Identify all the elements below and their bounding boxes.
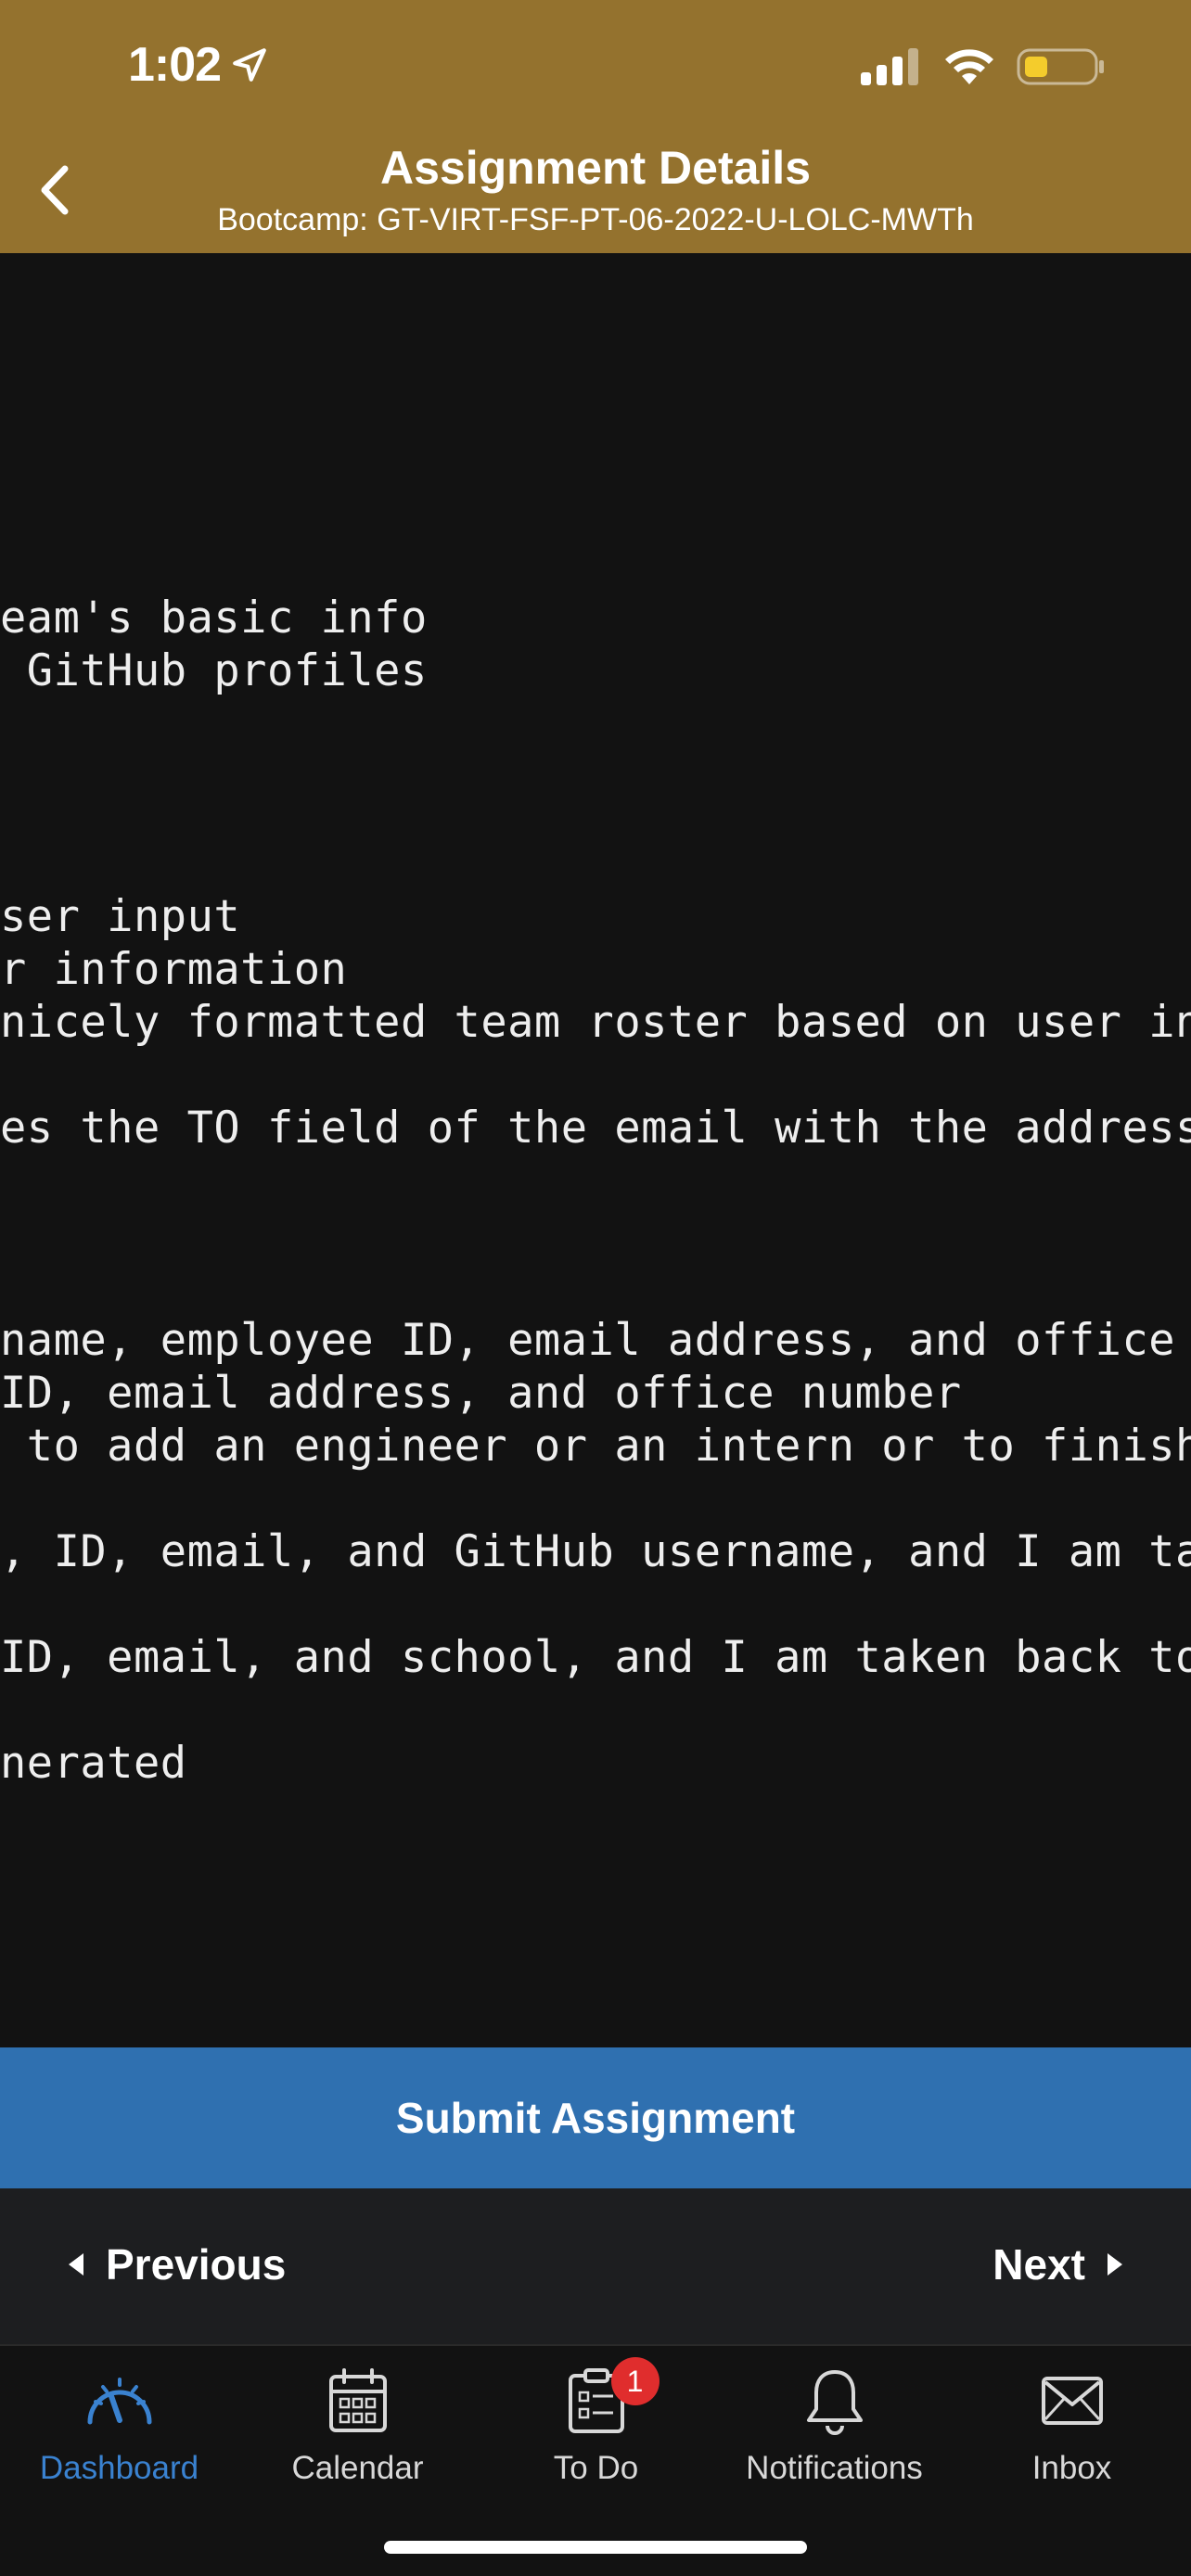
assignment-content[interactable]: eam's basic info GitHub profiles ser inp… — [0, 253, 1191, 2047]
tab-label: Dashboard — [39, 2450, 199, 2486]
submit-assignment-button[interactable]: Submit Assignment — [0, 2047, 1191, 2188]
envelope-icon — [1040, 2359, 1105, 2442]
content-line: r information — [0, 944, 348, 995]
tab-label: Calendar — [291, 2450, 424, 2486]
tab-label: To Do — [553, 2450, 639, 2486]
previous-label: Previous — [106, 2240, 287, 2289]
battery-icon — [1017, 48, 1104, 85]
status-icons — [861, 46, 1106, 87]
page-title: Assignment Details — [379, 142, 811, 194]
tab-inbox[interactable]: Inbox — [953, 2359, 1191, 2487]
content-line: ID, email, and school, and I am taken ba… — [0, 1632, 1191, 1683]
content-line: ser input — [0, 891, 241, 942]
next-label: Next — [992, 2240, 1085, 2289]
app-header: 1:02 Assignment Details Bootcamp: GT-VIR… — [0, 0, 1191, 253]
wifi-icon — [945, 49, 993, 84]
tab-label: Inbox — [1031, 2450, 1112, 2486]
location-arrow-icon — [233, 48, 266, 82]
triangle-right-icon — [1108, 2253, 1122, 2276]
todo-badge: 1 — [610, 2357, 660, 2405]
content-line: nerated — [0, 1738, 187, 1789]
next-button[interactable]: Next — [992, 2239, 1124, 2289]
content-line: es the TO field of the email with the ad… — [0, 1103, 1191, 1154]
tab-todo[interactable]: 1 To Do — [477, 2357, 715, 2487]
assignment-pager: Previous Next — [0, 2188, 1191, 2344]
content-line: , ID, email, and GitHub username, and I … — [0, 1526, 1191, 1577]
previous-button[interactable]: Previous — [67, 2239, 286, 2289]
content-line: eam's basic info — [0, 593, 428, 644]
tab-label: Notifications — [746, 2450, 923, 2486]
content-line: ID, email address, and office number — [0, 1368, 962, 1419]
calendar-icon — [327, 2359, 389, 2442]
content-line: to add an engineer or an intern or to fi… — [0, 1421, 1191, 1472]
status-time: 1:02 — [128, 37, 269, 93]
triangle-left-icon — [69, 2253, 83, 2276]
content-line: nicely formatted team roster based on us… — [0, 997, 1191, 1048]
clock-text: 1:02 — [128, 38, 222, 92]
tab-notifications[interactable]: Notifications — [715, 2359, 954, 2487]
content-line: GitHub profiles — [0, 645, 428, 696]
content-line: name, employee ID, email address, and of… — [0, 1315, 1191, 1366]
home-indicator[interactable] — [384, 2541, 807, 2554]
tab-calendar[interactable]: Calendar — [238, 2359, 477, 2487]
bell-icon — [803, 2359, 866, 2442]
todo-clipboard-icon: 1 — [567, 2357, 660, 2442]
bootcamp-subtitle: Bootcamp: GT-VIRT-FSF-PT-06-2022-U-LOLC-… — [217, 202, 974, 237]
dashboard-gauge-icon — [83, 2359, 157, 2442]
cellular-signal-icon — [861, 48, 918, 85]
tab-dashboard[interactable]: Dashboard — [0, 2359, 238, 2487]
